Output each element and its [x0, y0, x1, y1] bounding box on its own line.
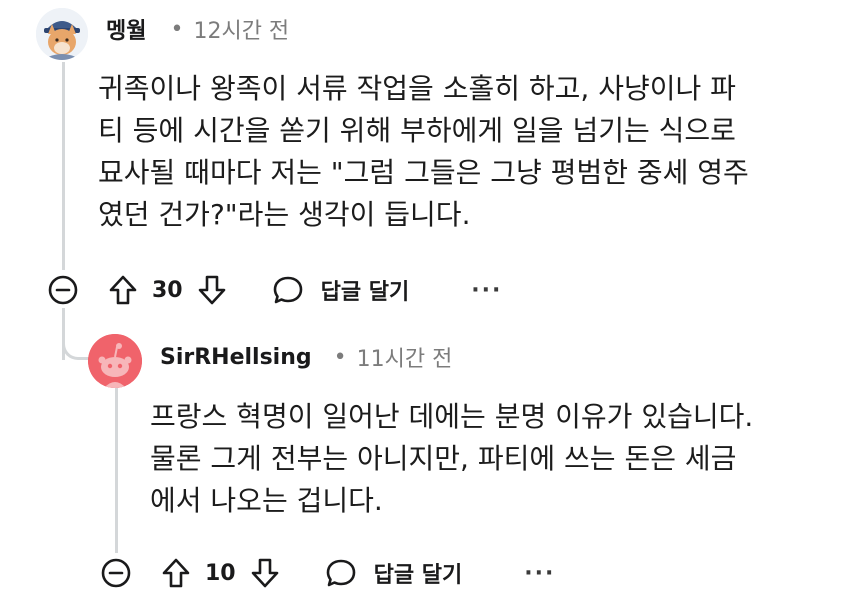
meta-separator: • [170, 16, 184, 42]
collapse-icon[interactable] [99, 556, 133, 590]
vote-count: 10 [205, 560, 236, 586]
comment-author[interactable]: 멩월 [106, 13, 146, 45]
avatar[interactable] [88, 334, 142, 388]
avatar[interactable] [36, 8, 88, 60]
comment-body: 귀족이나 왕족이 서류 작업을 소홀히 하고, 사냥이나 파 티 등에 시간을 … [98, 68, 749, 236]
reply-button[interactable]: 답글 달기 [374, 557, 463, 589]
reply-button[interactable]: 답글 달기 [321, 274, 410, 306]
thread-line-main [62, 62, 65, 270]
reddit-snoo-avatar-icon [88, 334, 142, 388]
comment-header: 멩월 • 12시간 전 [106, 13, 290, 45]
comment-line: 티 등에 시간을 쏟기 위해 부하에게 일을 넘기는 식으로 [98, 114, 736, 147]
comment-actions: 30 답글 달기 ··· [46, 270, 502, 310]
comment-line: 였던 건가?"라는 생각이 듭니다. [98, 198, 471, 231]
meta-separator: • [333, 344, 347, 370]
comment-line: 묘사될 때마다 저는 "그럼 그들은 그냥 평범한 중세 영주 [98, 156, 749, 189]
more-options-button[interactable]: ··· [471, 278, 502, 303]
comment-actions: 10 답글 달기 ··· [99, 553, 555, 593]
comment-body: 프랑스 혁명이 일어난 데에는 분명 이유가 있습니다. 물론 그게 전부는 아… [150, 396, 753, 522]
comment-line: 에서 나오는 겁니다. [150, 484, 383, 517]
more-options-button[interactable]: ··· [524, 561, 555, 586]
fox-character-avatar-icon [36, 8, 88, 60]
reply-icon[interactable] [271, 273, 305, 307]
comment-line: 물론 그게 전부는 아니지만, 파티에 쓰는 돈은 세금 [150, 442, 737, 475]
comment-author[interactable]: SirRHellsing [160, 345, 312, 370]
comment-header: SirRHellsing • 11시간 전 [160, 342, 453, 373]
thread-line-reply [115, 388, 118, 553]
comment-timestamp: 11시간 전 [356, 347, 453, 372]
downvote-icon[interactable] [248, 556, 282, 590]
comment-line: 프랑스 혁명이 일어난 데에는 분명 이유가 있습니다. [150, 400, 754, 433]
collapse-icon[interactable] [46, 273, 80, 307]
upvote-icon[interactable] [159, 556, 193, 590]
downvote-icon[interactable] [195, 273, 229, 307]
upvote-icon[interactable] [106, 273, 140, 307]
comment-timestamp: 12시간 전 [193, 19, 290, 44]
vote-count: 30 [152, 277, 183, 303]
reply-icon[interactable] [324, 556, 358, 590]
comment-line: 귀족이나 왕족이 서류 작업을 소홀히 하고, 사냥이나 파 [98, 72, 736, 105]
